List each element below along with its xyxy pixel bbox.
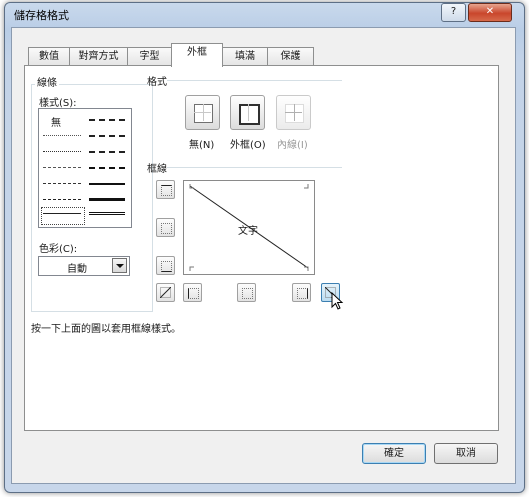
preset-outline-label: 外框(O) (230, 140, 266, 151)
border-top-button[interactable] (156, 180, 175, 199)
tab-number[interactable]: 數值 (28, 47, 70, 66)
line-style-medium[interactable] (89, 183, 125, 185)
tab-fill[interactable]: 填滿 (222, 47, 268, 66)
close-button[interactable]: ✕ (468, 3, 512, 22)
line-style-medium-dash-dot-dot[interactable] (89, 119, 125, 121)
tab-border[interactable]: 外框 (171, 43, 223, 67)
presets-group-label: 格式 (147, 77, 167, 88)
preset-inside-button[interactable] (276, 95, 311, 130)
hint-text: 按一下上面的圖以套用框線樣式。 (31, 324, 181, 335)
border-tab-panel: 線條 樣式(S): 無 色彩(C): 自動 格式 無(N) 外框(O) 內線(I… (24, 65, 499, 431)
line-group-label: 線條 (35, 74, 59, 89)
preset-outline-button[interactable] (230, 95, 265, 130)
border-right-icon (297, 288, 308, 299)
preset-outline-icon (239, 104, 260, 125)
line-style-medium-dashed[interactable] (89, 167, 125, 169)
line-style-slant-dash-dot[interactable] (89, 135, 125, 137)
line-style-double[interactable] (89, 212, 125, 215)
cancel-button[interactable]: 取消 (434, 443, 498, 464)
border-left-icon (188, 288, 199, 299)
preset-inside-label: 內線(I) (277, 140, 308, 151)
border-inside-vertical-icon (242, 288, 253, 299)
line-style-none[interactable]: 無 (51, 114, 61, 129)
border-inside-horizontal-icon (161, 223, 172, 234)
tab-alignment[interactable]: 對齊方式 (69, 47, 128, 66)
border-separator (167, 167, 342, 168)
border-inside-horizontal-button[interactable] (156, 218, 175, 237)
diagonal-up-icon (160, 287, 171, 298)
ok-button[interactable]: 確定 (362, 443, 426, 464)
dropdown-arrow-button[interactable] (112, 258, 127, 273)
line-style-selected-frame (41, 207, 85, 225)
line-style-dashed[interactable] (43, 199, 81, 200)
tab-font[interactable]: 字型 (127, 47, 172, 66)
preset-inside-divider-h (285, 112, 302, 113)
color-dropdown[interactable]: 自動 (38, 256, 130, 276)
mouse-pointer-icon (331, 292, 344, 310)
border-bottom-button[interactable] (156, 256, 175, 275)
border-bottom-icon (161, 261, 172, 272)
line-style-dash-dot-dot[interactable] (43, 167, 81, 168)
preset-none-button[interactable] (185, 95, 220, 130)
border-top-icon (161, 185, 172, 196)
line-style-thick[interactable] (89, 198, 125, 201)
border-inside-vertical-button[interactable] (237, 283, 256, 302)
help-button[interactable]: ? (441, 3, 466, 22)
line-style-medium-dash-dot[interactable] (89, 151, 125, 153)
border-right-button[interactable] (292, 283, 311, 302)
presets-separator (167, 80, 342, 81)
border-group-label: 框線 (147, 164, 167, 175)
line-style-dash-dot[interactable] (43, 183, 81, 184)
border-diagonal-up-button[interactable] (156, 283, 175, 302)
preset-outline-divider-v (248, 104, 249, 121)
window-title: 儲存格格式 (14, 9, 69, 22)
tab-protection[interactable]: 保護 (267, 47, 314, 66)
line-style-hair[interactable] (43, 135, 81, 136)
border-left-button[interactable] (183, 283, 202, 302)
preset-none-label: 無(N) (189, 140, 215, 151)
color-label: 色彩(C): (39, 244, 78, 255)
line-style-list[interactable]: 無 (38, 108, 132, 228)
preset-none-divider-h (194, 112, 211, 113)
style-label: 樣式(S): (39, 98, 77, 109)
chevron-down-icon (116, 264, 124, 268)
color-dropdown-value: 自動 (67, 264, 87, 275)
border-preview[interactable]: 文字 (183, 180, 315, 275)
line-style-dotted[interactable] (43, 151, 81, 152)
preview-text: 文字 (238, 226, 258, 237)
